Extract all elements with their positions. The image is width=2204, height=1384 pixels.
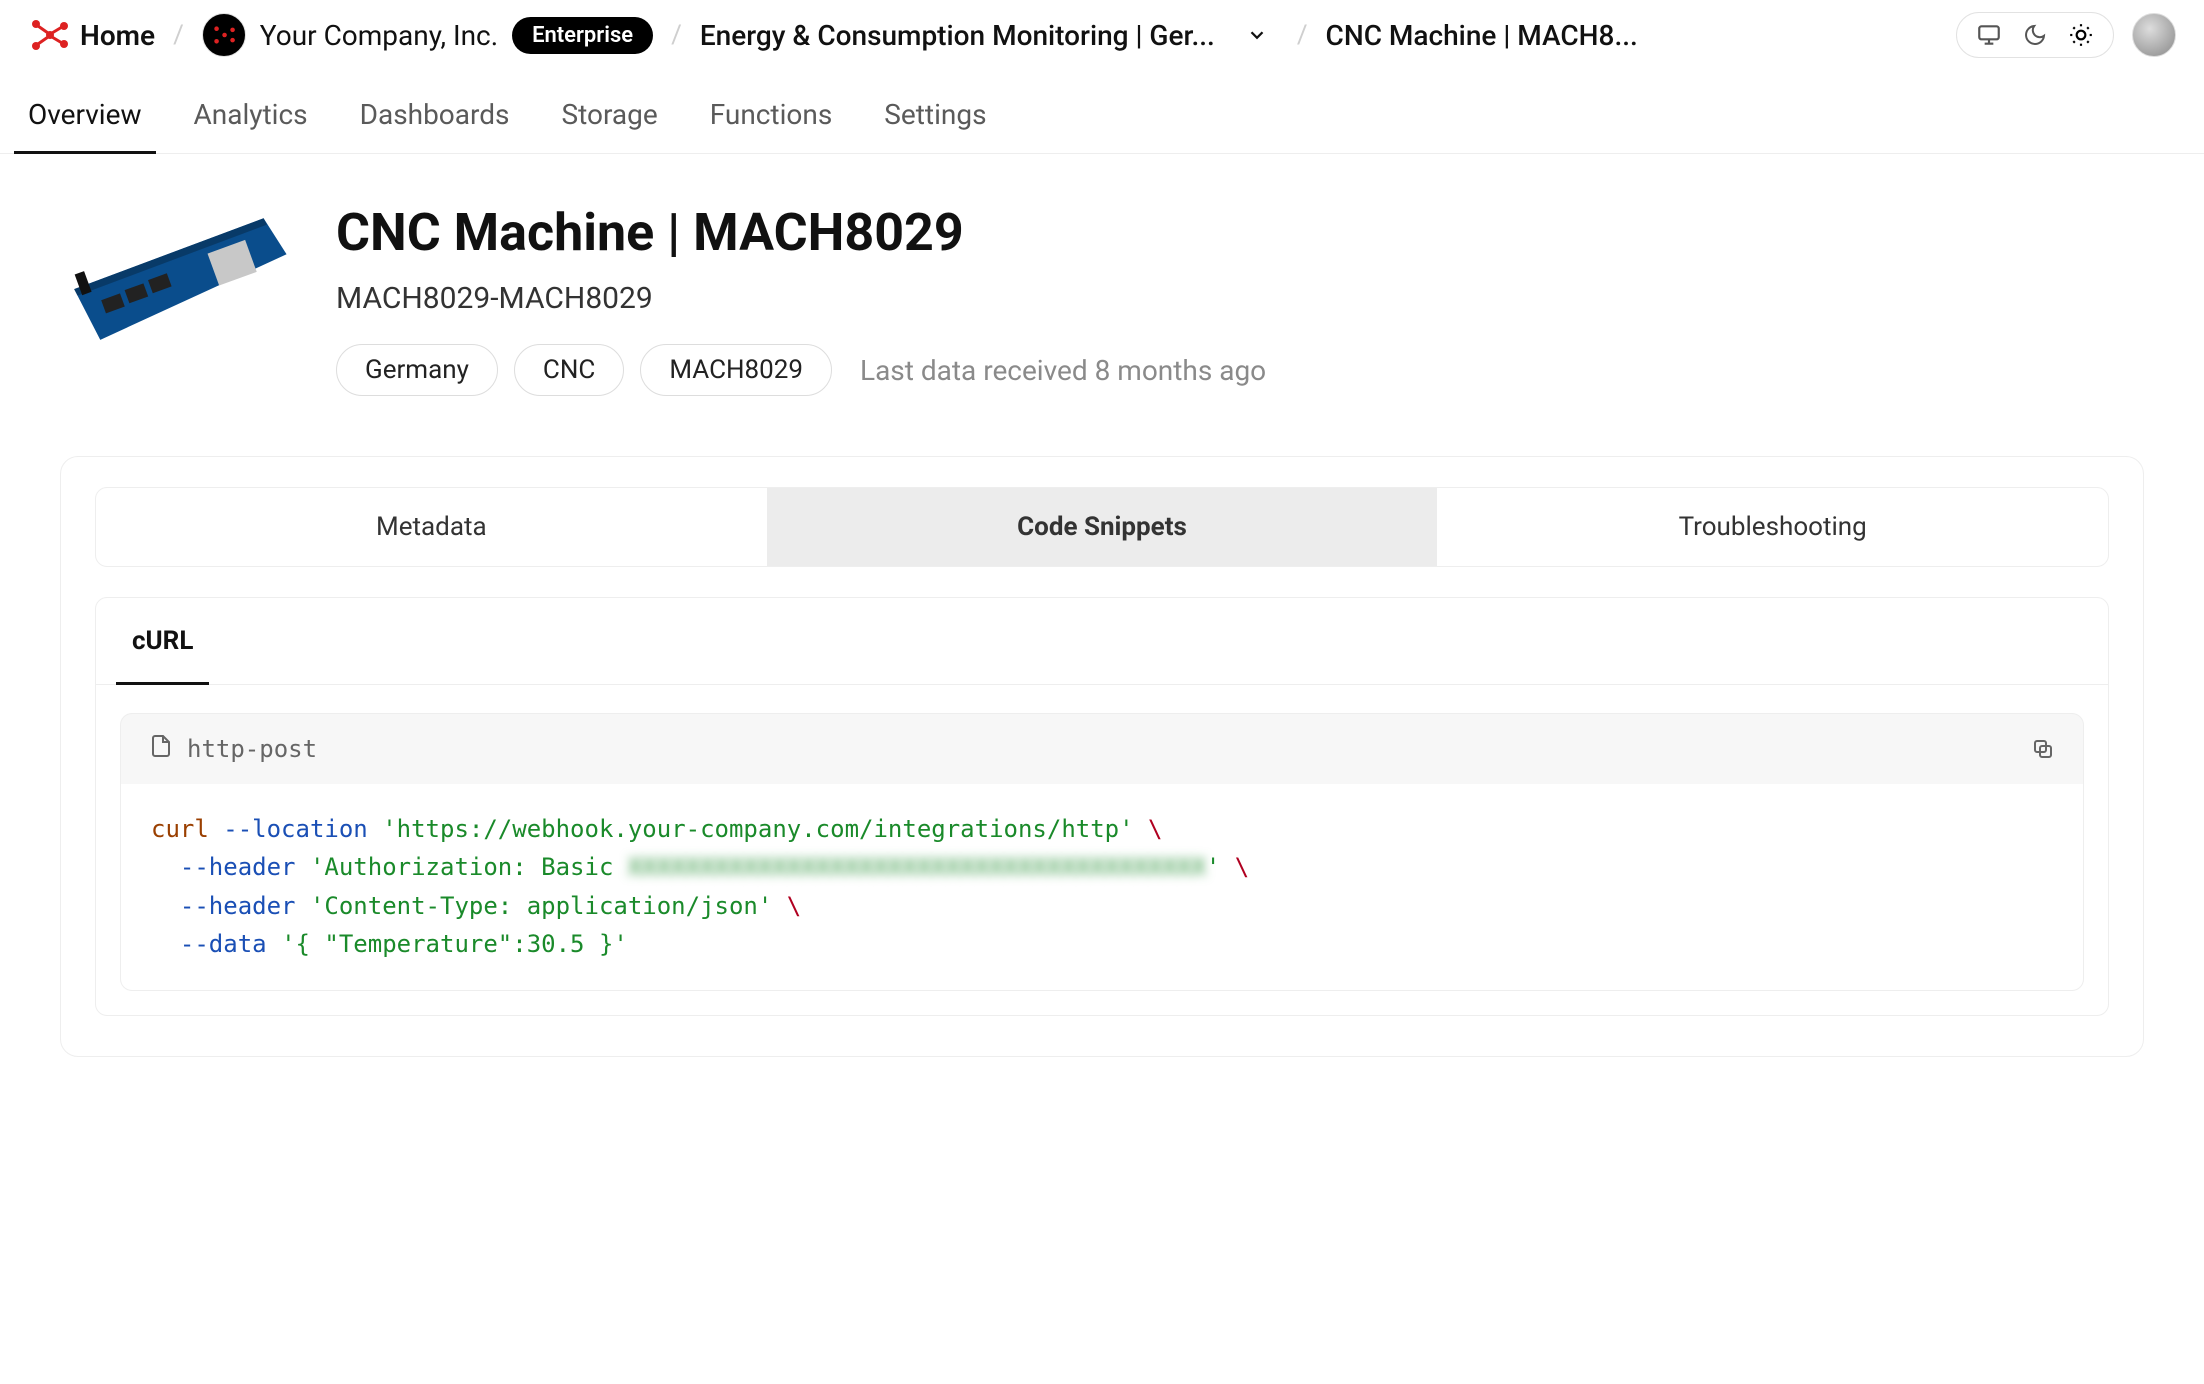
device-chip-row: Germany CNC MACH8029 Last data received … xyxy=(336,344,1266,396)
breadcrumb-project[interactable]: Energy & Consumption Monitoring | Ger... xyxy=(700,19,1215,52)
device-image xyxy=(60,202,300,362)
main-nav-tabs: Overview Analytics Dashboards Storage Fu… xyxy=(0,70,2204,154)
seg-tab-metadata[interactable]: Metadata xyxy=(96,488,767,566)
code-token: --header xyxy=(180,892,296,920)
device-title: CNC Machine | MACH8029 xyxy=(336,202,1266,263)
code-token-masked-secret: XXXXXXXXXXXXXXXXXXXXXXXXXXXXXXXXXXXXXXXX xyxy=(628,853,1206,881)
code-token: curl xyxy=(151,815,209,843)
monitor-icon[interactable] xyxy=(1975,21,2003,49)
last-data-received: Last data received 8 months ago xyxy=(860,354,1266,387)
code-snippet-card: cURL http-post curl --location 'https://… xyxy=(95,597,2109,1016)
code-token: 'https://webhook.your-company.com/integr… xyxy=(382,815,1133,843)
org-avatar-icon xyxy=(202,13,246,57)
panel-segment-tabs: Metadata Code Snippets Troubleshooting xyxy=(95,487,2109,567)
home-link[interactable]: Home xyxy=(28,14,155,56)
copy-icon[interactable] xyxy=(2031,737,2055,761)
code-language-tabs: cURL xyxy=(96,598,2108,685)
chevron-down-icon[interactable] xyxy=(1235,13,1279,57)
breadcrumb-separator: / xyxy=(665,20,688,50)
nav-tab-analytics[interactable]: Analytics xyxy=(194,98,308,153)
code-snippet-body[interactable]: curl --location 'https://webhook.your-co… xyxy=(120,784,2084,991)
tag-chip[interactable]: CNC xyxy=(514,344,624,396)
enterprise-badge: Enterprise xyxy=(512,17,653,54)
code-token: --location xyxy=(223,815,368,843)
code-token: ' xyxy=(1206,853,1220,881)
detail-panel: Metadata Code Snippets Troubleshooting c… xyxy=(60,456,2144,1057)
nav-tab-dashboards[interactable]: Dashboards xyxy=(360,98,510,153)
sun-icon[interactable] xyxy=(2067,21,2095,49)
nav-tab-settings[interactable]: Settings xyxy=(884,98,986,153)
tag-chip[interactable]: Germany xyxy=(336,344,498,396)
tag-chip[interactable]: MACH8029 xyxy=(640,344,832,396)
breadcrumb-separator: / xyxy=(1291,20,1314,50)
code-subtab-curl[interactable]: cURL xyxy=(120,598,205,684)
brand-logo-icon xyxy=(28,14,70,56)
device-subtitle: MACH8029-MACH8029 xyxy=(336,281,1266,316)
seg-tab-code-snippets[interactable]: Code Snippets xyxy=(767,488,1438,566)
code-token: --header xyxy=(180,853,296,881)
user-avatar[interactable] xyxy=(2132,13,2176,57)
nav-tab-storage[interactable]: Storage xyxy=(561,98,657,153)
code-token: 'Authorization: Basic xyxy=(310,853,628,881)
code-token: \ xyxy=(1148,815,1162,843)
file-icon xyxy=(149,734,173,764)
breadcrumb-device[interactable]: CNC Machine | MACH8... xyxy=(1326,19,1638,52)
moon-icon[interactable] xyxy=(2021,21,2049,49)
code-token: '{ "Temperature":30.5 }' xyxy=(281,930,628,958)
nav-tab-functions[interactable]: Functions xyxy=(710,98,833,153)
seg-tab-troubleshooting[interactable]: Troubleshooting xyxy=(1437,488,2108,566)
home-label: Home xyxy=(80,19,155,52)
breadcrumb-separator: / xyxy=(167,20,190,50)
code-token: \ xyxy=(1235,853,1249,881)
breadcrumb-org[interactable]: Your Company, Inc. Enterprise xyxy=(202,13,653,57)
code-token: \ xyxy=(787,892,801,920)
org-name: Your Company, Inc. xyxy=(260,19,498,52)
code-token: --data xyxy=(180,930,267,958)
code-token: 'Content-Type: application/json' xyxy=(310,892,772,920)
nav-tab-overview[interactable]: Overview xyxy=(28,98,142,153)
top-breadcrumb-bar: Home / Your Company, Inc. Enterprise / E… xyxy=(0,0,2204,70)
device-header: CNC Machine | MACH8029 MACH8029-MACH8029… xyxy=(0,154,2204,416)
code-snippet-header: http-post xyxy=(120,713,2084,784)
code-snippet-title: http-post xyxy=(187,735,317,763)
theme-switcher xyxy=(1956,12,2114,58)
